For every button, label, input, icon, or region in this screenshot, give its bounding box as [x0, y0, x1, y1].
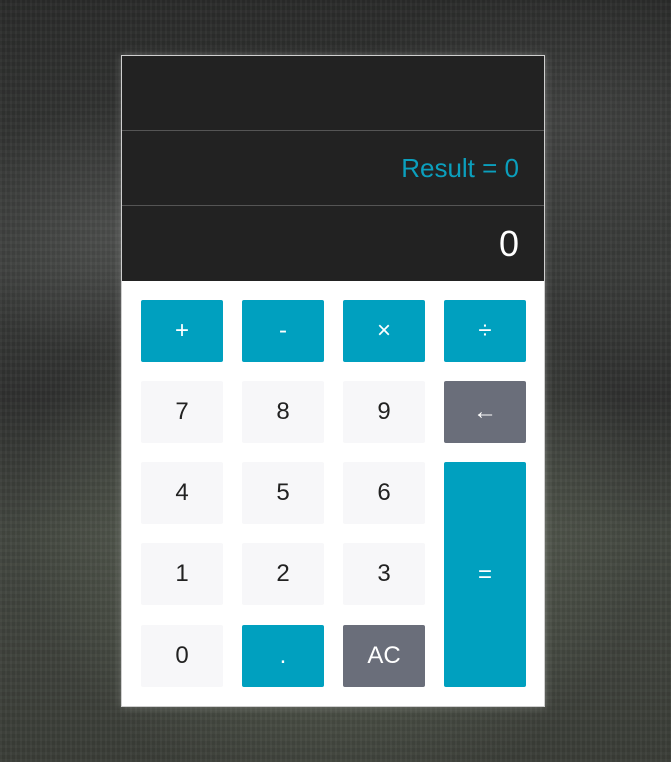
- backspace-button[interactable]: ←: [444, 381, 526, 443]
- digit-8-button[interactable]: 8: [242, 381, 324, 443]
- digit-4-button[interactable]: 4: [141, 462, 223, 524]
- digit-3-button[interactable]: 3: [343, 543, 425, 605]
- subtract-button[interactable]: -: [242, 300, 324, 362]
- equals-button[interactable]: =: [444, 462, 526, 687]
- digit-1-button[interactable]: 1: [141, 543, 223, 605]
- current-value-display: 0: [122, 206, 544, 281]
- divide-button[interactable]: ÷: [444, 300, 526, 362]
- digit-2-button[interactable]: 2: [242, 543, 324, 605]
- digit-5-button[interactable]: 5: [242, 462, 324, 524]
- digit-0-button[interactable]: 0: [141, 625, 223, 687]
- digit-6-button[interactable]: 6: [343, 462, 425, 524]
- add-button[interactable]: +: [141, 300, 223, 362]
- digit-7-button[interactable]: 7: [141, 381, 223, 443]
- decimal-point-button[interactable]: .: [242, 625, 324, 687]
- result-display: Result = 0: [122, 131, 544, 206]
- multiply-button[interactable]: ×: [343, 300, 425, 362]
- all-clear-button[interactable]: AC: [343, 625, 425, 687]
- expression-display: [122, 56, 544, 131]
- calculator: Result = 0 0 + - × ÷ 7 8 9 ← 4 5 6 = 1 2…: [121, 55, 545, 707]
- keypad: + - × ÷ 7 8 9 ← 4 5 6 = 1 2 3 0 . AC: [122, 281, 544, 706]
- digit-9-button[interactable]: 9: [343, 381, 425, 443]
